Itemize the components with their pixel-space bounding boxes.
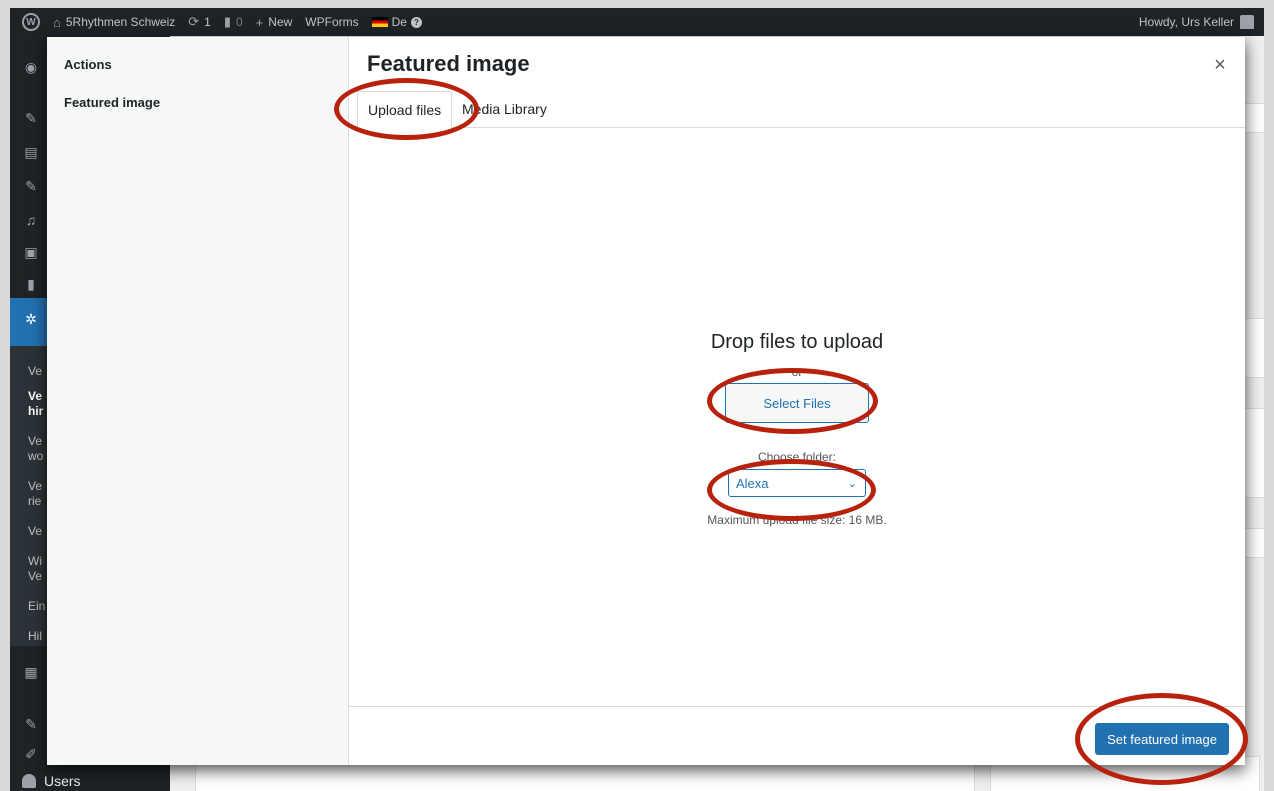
submenu-item[interactable]: Wi	[28, 554, 42, 568]
max-upload-size: Maximum upload file size: 16 MB.	[707, 513, 887, 527]
admin-bar-new[interactable]: + New	[256, 15, 293, 30]
events-icon: ✲	[25, 311, 37, 327]
greeting: Howdy, Urs Keller	[1138, 15, 1234, 29]
submenu-item[interactable]: Ve	[28, 524, 42, 538]
comments-icon[interactable]: ▮	[23, 276, 39, 292]
close-button[interactable]: ×	[1209, 55, 1231, 77]
chevron-down-icon: ⌄	[847, 477, 857, 490]
site-name: 5Rhythmen Schweiz	[65, 15, 176, 29]
set-featured-image-button[interactable]: Set featured image	[1095, 723, 1229, 755]
folder-select-value: Alexa	[736, 475, 769, 491]
settings-icon[interactable]: ✐	[23, 746, 39, 762]
submenu-item[interactable]: hir	[28, 404, 43, 418]
updates-count: 1	[204, 15, 211, 29]
featured-image-modal: Actions Featured image Featured image × …	[47, 37, 1245, 765]
screen: W ⌂ 5Rhythmen Schweiz ⟳ 1 ▮ 0 + New WPFo…	[10, 8, 1264, 791]
home-icon: ⌂	[53, 14, 61, 30]
menu-item-users[interactable]: Users	[22, 773, 81, 789]
tools-icon[interactable]: ✎	[23, 716, 39, 732]
menu-item-featured-image[interactable]: Featured image	[64, 95, 160, 110]
drop-title: Drop files to upload	[710, 331, 884, 353]
modal-menu: Actions Featured image	[47, 37, 349, 765]
admin-bar-account[interactable]: Howdy, Urs Keller	[1139, 15, 1254, 29]
admin-bar: W ⌂ 5Rhythmen Schweiz ⟳ 1 ▮ 0 + New WPFo…	[10, 8, 1264, 36]
tab-upload-files[interactable]: Upload files	[357, 91, 453, 129]
music-icon[interactable]: ♫	[23, 212, 39, 228]
submenu-item[interactable]: Ve	[28, 434, 42, 448]
comments-count: 0	[236, 15, 243, 29]
submenu-item[interactable]: Ve	[28, 364, 42, 378]
folder-label: Choose folder:	[757, 450, 837, 464]
german-flag-icon	[371, 17, 388, 27]
modal-tabs: Upload files Media Library	[349, 91, 1245, 129]
modal-toolbar: Set featured image	[349, 706, 1245, 765]
pin-icon[interactable]: ✎	[23, 110, 39, 126]
admin-bar-site[interactable]: ⌂ 5Rhythmen Schweiz	[53, 15, 175, 30]
upload-area: Drop files to upload or Select Files Cho…	[349, 129, 1245, 706]
submenu-item[interactable]: Ve	[28, 479, 42, 493]
admin-bar-comments[interactable]: ▮ 0	[224, 14, 243, 30]
users-icon	[22, 774, 36, 788]
submenu-item[interactable]: Ein	[28, 599, 45, 613]
submenu-item[interactable]: Ve	[28, 389, 42, 403]
close-icon: ×	[1214, 54, 1226, 76]
submenu-item[interactable]: Ve	[28, 569, 42, 583]
or-text: or	[791, 365, 803, 379]
calendar-icon[interactable]: ▦	[23, 664, 39, 680]
dashboard-icon[interactable]: ◉	[23, 59, 39, 75]
submenu-item[interactable]: Hil	[28, 629, 42, 643]
pages-icon[interactable]: ▤	[23, 144, 39, 160]
plus-icon: +	[255, 14, 264, 30]
select-files-button[interactable]: Select Files	[725, 383, 869, 423]
folder-select[interactable]: Alexa ⌄	[728, 469, 866, 497]
menu-item-actions: Actions	[64, 57, 112, 72]
submenu-item[interactable]: wo	[28, 449, 43, 463]
language-label: De	[391, 15, 407, 29]
wordpress-logo-icon[interactable]: W	[22, 13, 40, 31]
admin-bar-wpforms[interactable]: WPForms	[305, 15, 358, 29]
tab-media-library[interactable]: Media Library	[452, 91, 557, 128]
submenu-item[interactable]: rie	[28, 494, 41, 508]
admin-bar-language[interactable]: De ?	[371, 15, 422, 29]
admin-bar-updates[interactable]: ⟳ 1	[188, 14, 211, 30]
new-label: New	[268, 15, 293, 29]
media-icon[interactable]: ▣	[23, 244, 39, 260]
updates-icon: ⟳	[188, 14, 200, 29]
users-label: Users	[44, 773, 81, 789]
avatar	[1240, 15, 1254, 29]
wpforms-label: WPForms	[305, 15, 359, 29]
help-icon: ?	[410, 16, 422, 28]
comment-icon: ▮	[223, 14, 231, 29]
modal-title: Featured image	[367, 51, 530, 76]
pin-icon[interactable]: ✎	[23, 178, 39, 194]
